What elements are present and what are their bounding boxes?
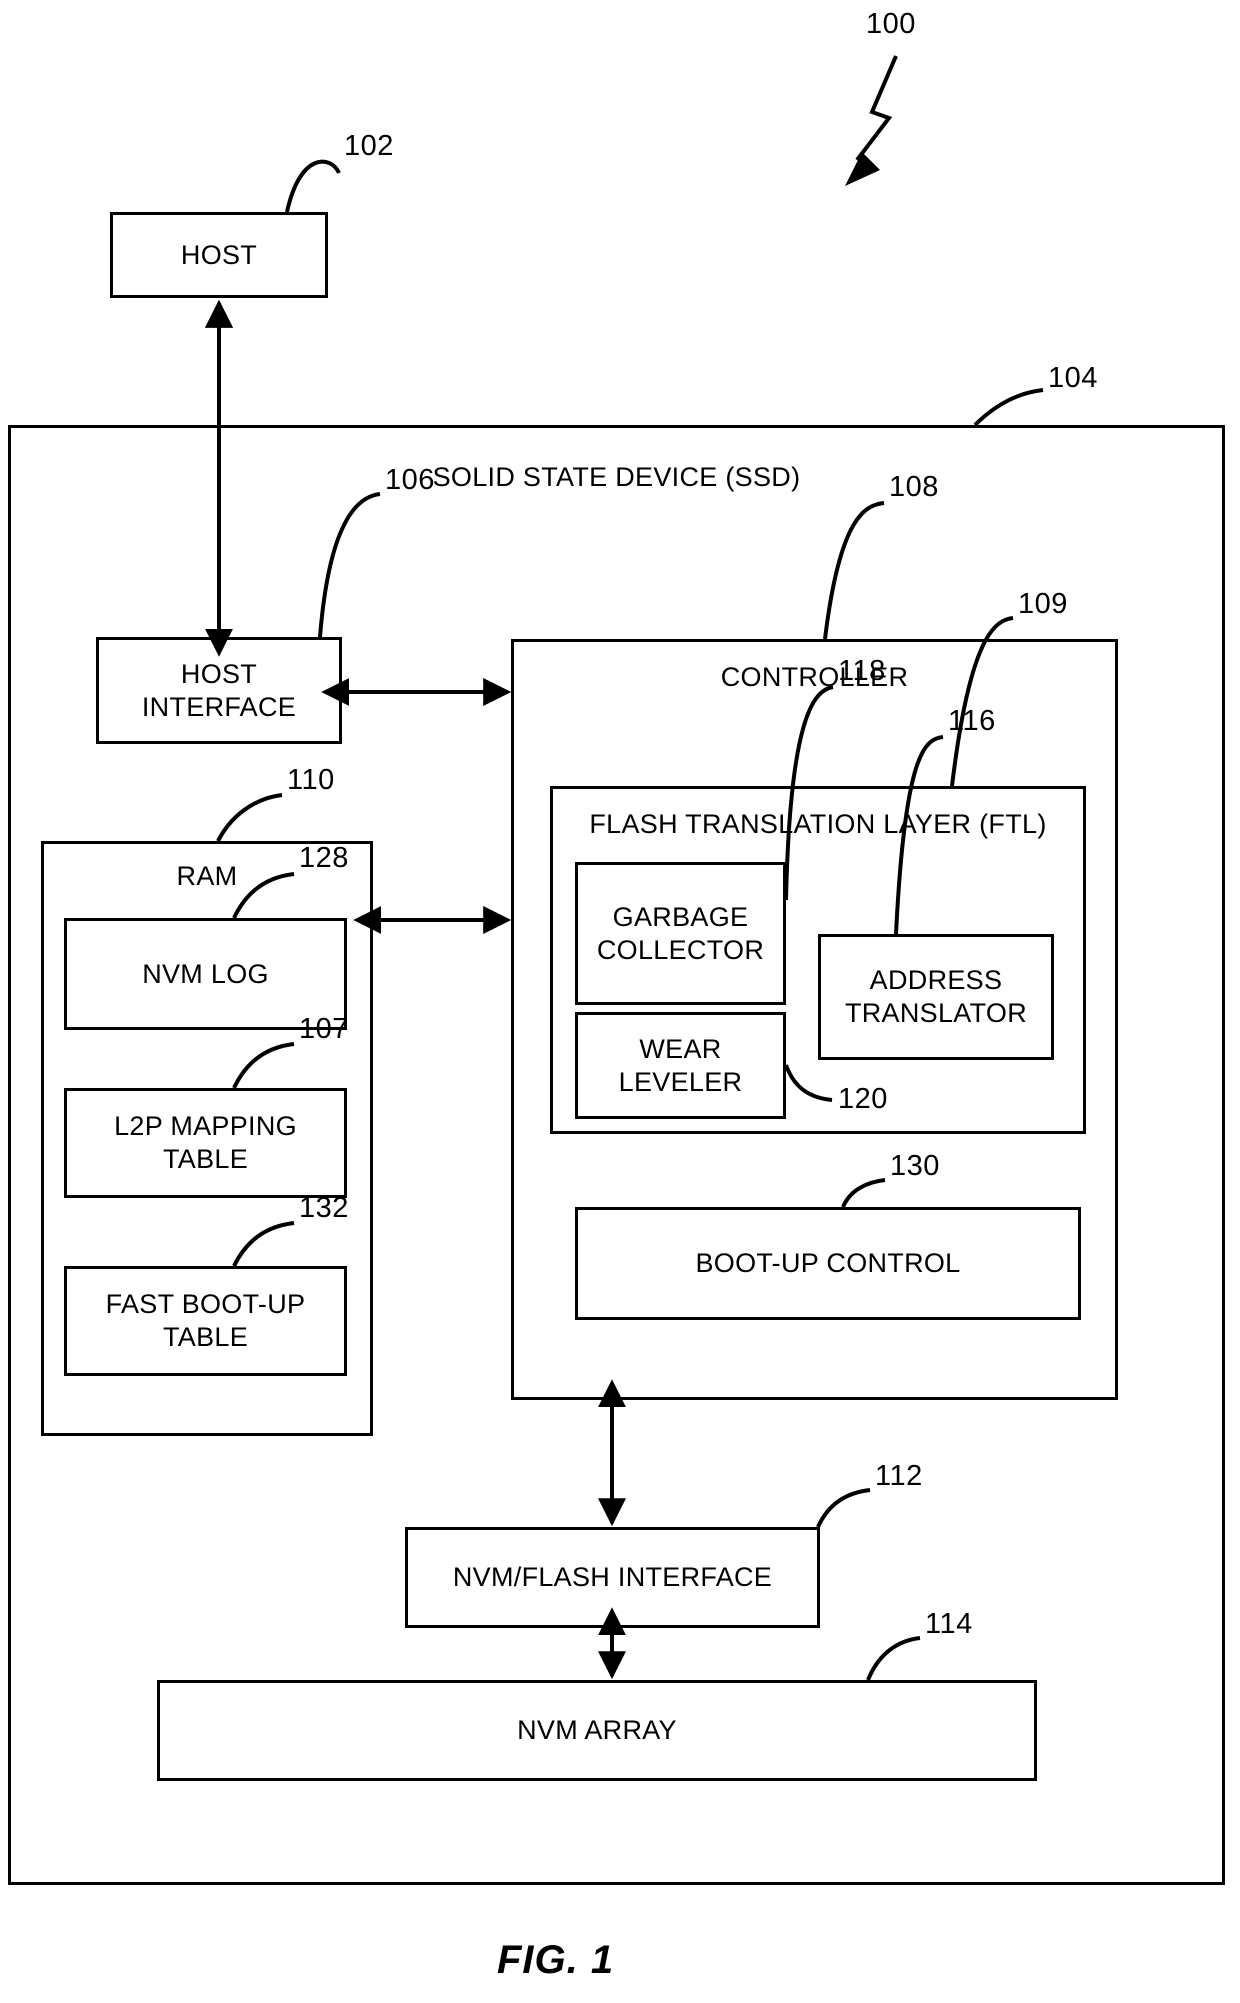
controller-title: CONTROLLER [720,662,909,692]
patent-figure-page: 100 HOST 102 SOLID STATE DEVICE (SSD) 10… [0,0,1240,2003]
nvm-log-block-label: NVM LOG [142,958,269,989]
ref-numeral-130: 130 [890,1150,940,1182]
leader-line-104 [973,388,1044,427]
l2p-mapping-table-block-label: L2P MAPPING TABLE [114,1111,297,1174]
flash-translation-layer-title: FLASH TRANSLATION LAYER (FTL) [589,809,1047,839]
ref-numeral-118: 118 [838,655,886,687]
fast-boot-up-table-block: FAST BOOT-UP TABLE [64,1266,347,1376]
ref-numeral-114: 114 [925,1608,973,1640]
ref-numeral-132: 132 [299,1192,349,1224]
ref-numeral-116: 116 [948,705,996,737]
ref-numeral-102: 102 [344,130,394,162]
wear-leveler-block-label: WEAR LEVELER [618,1033,743,1097]
boot-up-control-block-label: BOOT-UP CONTROL [695,1248,961,1279]
nvm-array-block: NVM ARRAY [157,1680,1037,1781]
ref-numeral-109: 109 [1018,588,1068,620]
address-translator-block-label: ADDRESS TRANSLATOR [844,965,1028,1028]
ref-numeral-104: 104 [1048,362,1098,394]
fast-boot-up-table-block-label: FAST BOOT-UP TABLE [105,1289,306,1352]
ref-numeral-107: 107 [299,1013,349,1045]
garbage-collector-block-label: GARBAGE COLLECTOR [596,901,765,965]
ref-numeral-108: 108 [889,471,939,503]
wear-leveler-block: WEAR LEVELER [575,1012,786,1119]
host-interface-block-label: HOST INTERFACE [141,658,297,722]
garbage-collector-block: GARBAGE COLLECTOR [575,862,786,1005]
leader-line-102 [285,159,341,213]
solid-state-device-title: SOLID STATE DEVICE (SSD) [432,462,801,492]
boot-up-control-block: BOOT-UP CONTROL [575,1207,1081,1320]
ref-numeral-128: 128 [299,842,349,874]
leader-arrowhead-100 [845,152,880,186]
nvm-flash-interface-block: NVM/FLASH INTERFACE [405,1527,820,1628]
l2p-mapping-table-block: L2P MAPPING TABLE [64,1088,347,1198]
ref-numeral-106: 106 [385,464,435,496]
host-block: HOST [110,212,328,298]
leader-line-100-bolt [855,55,898,162]
host-interface-block: HOST INTERFACE [96,637,342,744]
ref-numeral-100: 100 [866,8,916,40]
ref-numeral-110: 110 [287,764,335,796]
ref-numeral-112: 112 [875,1460,923,1492]
nvm-array-block-label: NVM ARRAY [517,1715,677,1746]
ref-numeral-120: 120 [838,1083,888,1115]
figure-caption: FIG. 1 [497,1938,615,1982]
address-translator-block: ADDRESS TRANSLATOR [818,934,1054,1060]
nvm-flash-interface-block-label: NVM/FLASH INTERFACE [452,1562,773,1593]
host-block-label: HOST [180,239,258,270]
